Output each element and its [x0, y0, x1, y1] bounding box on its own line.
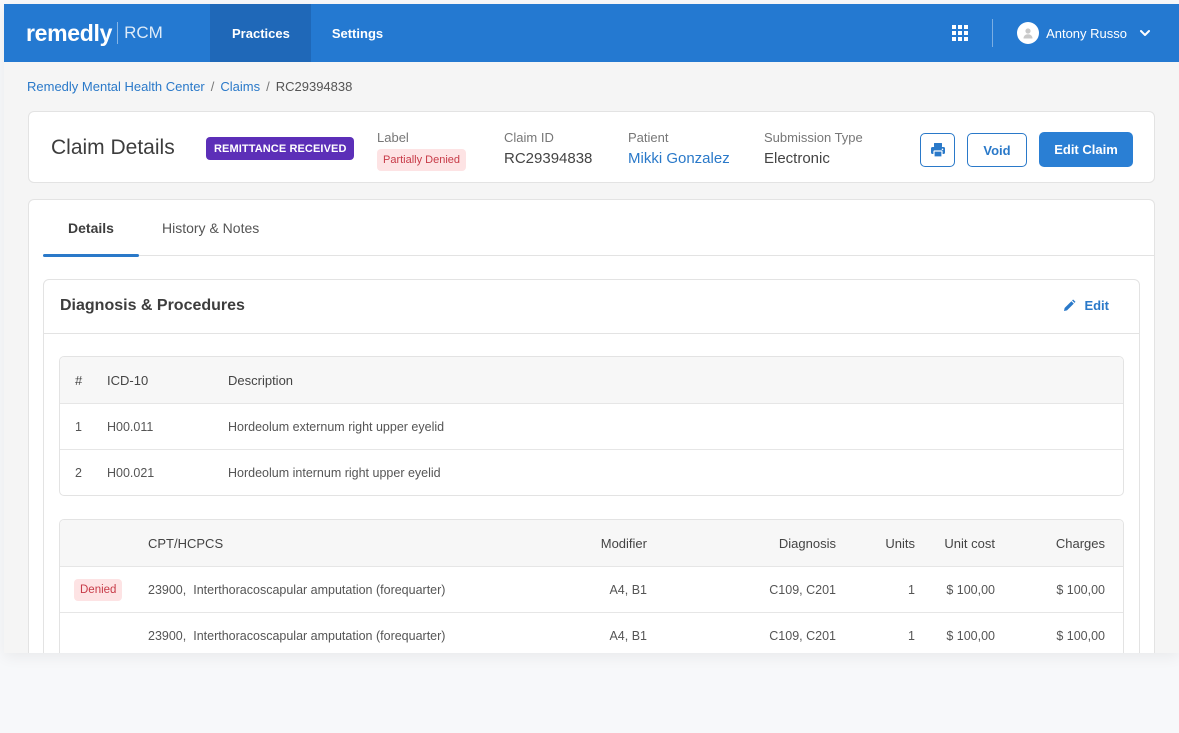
cpt-units: 1 — [908, 628, 915, 643]
tab-bar: Details History & Notes — [43, 200, 1154, 257]
cpt-unit-cost: $ 100,00 — [946, 628, 995, 643]
icd-table: # ICD-10 Description 1 H00.011 Hordeolum… — [59, 356, 1124, 496]
col-header-diagnosis: Diagnosis — [778, 535, 836, 551]
app-window: remedly RCM Practices Settings Antony Ru… — [4, 4, 1179, 653]
icd-num: 1 — [75, 419, 82, 434]
cpt-unit-cost: $ 100,00 — [946, 582, 995, 597]
submission-type-label: Submission Type — [764, 130, 863, 145]
details-panel: Details History & Notes Diagnosis & Proc… — [28, 199, 1155, 653]
patient-field: Patient Mikki Gonzalez — [628, 130, 730, 167]
denied-badge: Denied — [74, 578, 123, 601]
nav-practices[interactable]: Practices — [210, 4, 311, 62]
claim-id-field: Claim ID RC29394838 — [504, 130, 592, 167]
breadcrumb-practice[interactable]: Remedly Mental Health Center — [27, 79, 205, 94]
cpt-code: 23900, — [148, 582, 187, 597]
icd-code: H00.011 — [107, 419, 154, 434]
label-badge: Partially Denied — [377, 149, 467, 171]
breadcrumb-separator: / — [210, 79, 215, 94]
print-button[interactable] — [920, 133, 955, 167]
patient-label: Patient — [628, 130, 669, 145]
diagnosis-procedures-card: Diagnosis & Procedures Edit # ICD-10 Des… — [43, 279, 1140, 653]
icd-num: 2 — [75, 465, 82, 480]
section-edit-label: Edit — [1084, 298, 1109, 313]
claim-id-label: Claim ID — [504, 130, 554, 145]
nav-settings[interactable]: Settings — [311, 4, 404, 62]
label-field: Label Partially Denied — [377, 130, 467, 171]
logo-divider — [117, 22, 119, 44]
user-menu[interactable]: Antony Russo — [1017, 22, 1151, 44]
table-row: 2 H00.021 Hordeolum internum right upper… — [60, 449, 1123, 495]
patient-link[interactable]: Mikki Gonzalez — [628, 150, 730, 167]
printer-icon — [930, 143, 945, 158]
status-badge: REMITTANCE RECEIVED — [206, 137, 355, 160]
top-nav: remedly RCM Practices Settings Antony Ru… — [4, 4, 1179, 62]
cpt-table: CPT/HCPCS Modifier Diagnosis Units Unit … — [59, 519, 1124, 653]
void-button[interactable]: Void — [967, 133, 1027, 167]
cpt-charges: $ 100,00 — [1056, 582, 1105, 597]
cpt-description: Interthoracoscapular amputation (forequa… — [193, 628, 446, 643]
user-avatar-icon — [1017, 22, 1040, 44]
breadcrumb-claims[interactable]: Claims — [220, 79, 260, 94]
submission-type-field: Submission Type Electronic — [764, 130, 863, 167]
icd-description: Hordeolum externum right upper eyelid — [228, 419, 445, 434]
claim-id-value: RC29394838 — [504, 150, 593, 167]
col-header-num: # — [75, 372, 83, 388]
cpt-charges: $ 100,00 — [1056, 628, 1105, 643]
tab-details[interactable]: Details — [43, 200, 139, 257]
cpt-code: 23900, — [148, 628, 187, 643]
section-title: Diagnosis & Procedures — [60, 297, 245, 314]
col-header-unit-cost: Unit cost — [944, 535, 995, 551]
cpt-description: Interthoracoscapular amputation (forequa… — [193, 582, 446, 597]
pencil-icon — [1064, 299, 1076, 311]
grid-icon[interactable] — [952, 25, 969, 41]
claim-header-card: Claim Details REMITTANCE RECEIVED Label … — [28, 111, 1155, 183]
table-row: Denied 23900, Interthoracoscapular amputa… — [60, 566, 1123, 612]
table-row: 23900, Interthoracoscapular amputation (f… — [60, 612, 1123, 653]
icd-table-header: # ICD-10 Description — [60, 357, 1123, 403]
logo-brand: remedly — [26, 19, 113, 46]
section-edit-button[interactable]: Edit — [1062, 298, 1109, 313]
col-header-charges: Charges — [1055, 535, 1105, 551]
section-header: Diagnosis & Procedures Edit — [44, 280, 1139, 334]
label-field-label: Label — [377, 130, 409, 145]
chevron-down-icon — [1139, 27, 1151, 39]
tab-history-notes[interactable]: History & Notes — [162, 200, 259, 256]
breadcrumb: Remedly Mental Health Center / Claims / RC29… — [4, 62, 1179, 110]
cpt-table-header: CPT/HCPCS Modifier Diagnosis Units Unit … — [60, 520, 1123, 566]
submission-type-value: Electronic — [764, 150, 830, 167]
col-header-cpt: CPT/HCPCS — [148, 535, 224, 551]
col-header-description: Description — [228, 372, 294, 388]
cpt-modifier: A4, B1 — [609, 628, 647, 643]
icd-description: Hordeolum internum right upper eyelid — [228, 465, 441, 480]
cpt-modifier: A4, B1 — [609, 582, 647, 597]
user-name: Antony Russo — [1046, 25, 1127, 41]
cpt-diagnosis: C109, C201 — [769, 628, 836, 643]
col-header-modifier: Modifier — [600, 535, 647, 551]
nav-divider — [992, 19, 994, 47]
col-header-icd10: ICD-10 — [107, 372, 149, 388]
breadcrumb-current: RC29394838 — [275, 79, 353, 94]
icd-code: H00.021 — [107, 465, 155, 480]
page-title: Claim Details — [51, 136, 175, 159]
edit-claim-button[interactable]: Edit Claim — [1039, 132, 1133, 167]
table-row: 1 H00.011 Hordeolum externum right upper… — [60, 403, 1123, 449]
cpt-units: 1 — [908, 582, 915, 597]
breadcrumb-separator: / — [266, 79, 270, 94]
logo-product: RCM — [124, 23, 163, 42]
cpt-diagnosis: C109, C201 — [769, 582, 836, 597]
logo[interactable]: remedly RCM — [4, 4, 210, 62]
col-header-units: Units — [885, 535, 915, 551]
